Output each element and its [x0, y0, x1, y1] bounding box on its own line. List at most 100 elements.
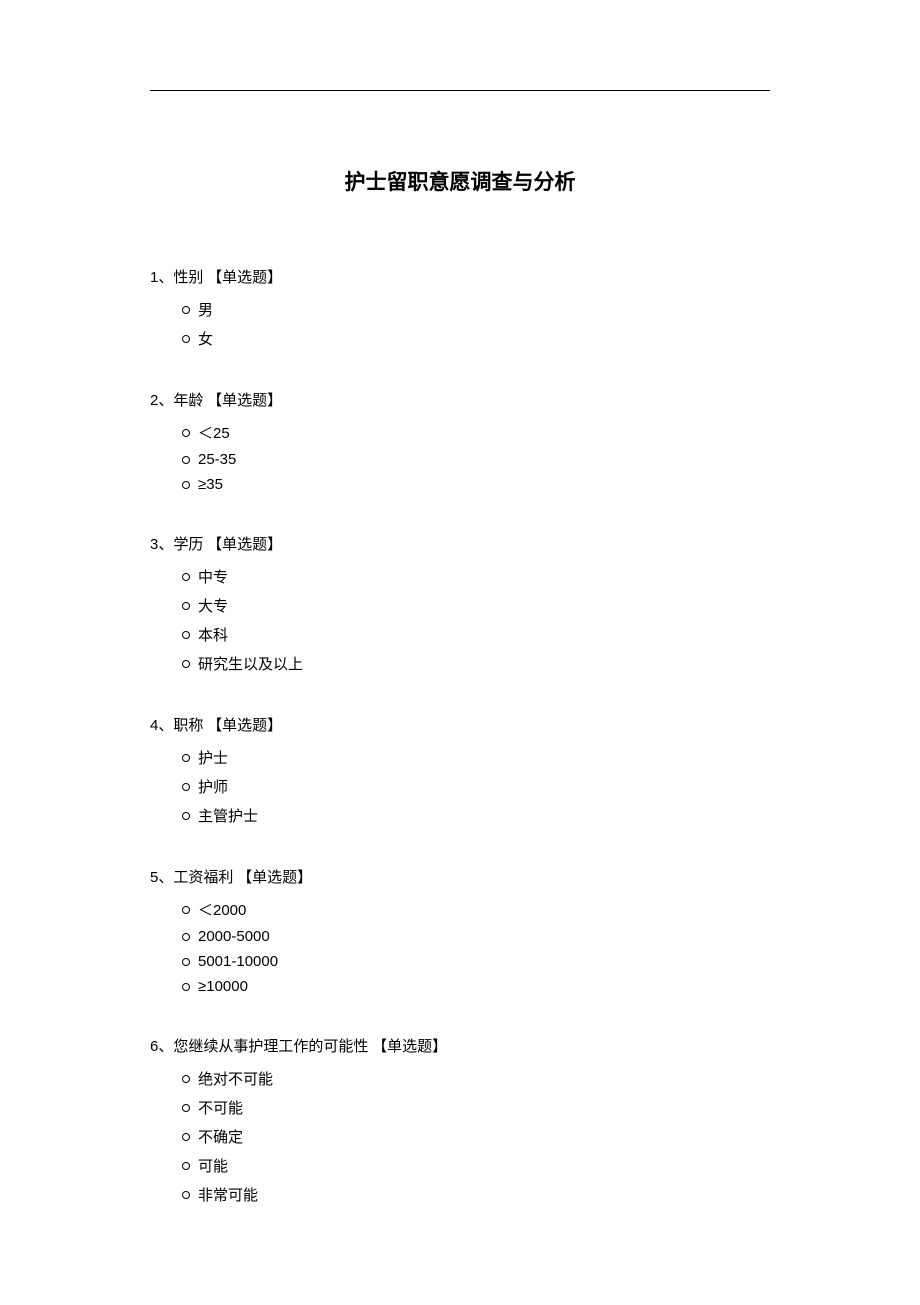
- option-item[interactable]: ≥35: [182, 476, 770, 493]
- radio-icon: [182, 812, 190, 820]
- question-header: 2、年龄 【单选题】: [150, 389, 770, 410]
- option-item[interactable]: 可能: [182, 1155, 770, 1176]
- option-item[interactable]: 不可能: [182, 1097, 770, 1118]
- question-header: 5、工资福利 【单选题】: [150, 866, 770, 887]
- question-block: 3、学历 【单选题】中专大专本科研究生以及以上: [150, 533, 770, 674]
- radio-icon: [182, 906, 190, 914]
- option-text: 本科: [198, 624, 228, 645]
- option-text: 25-35: [198, 451, 236, 468]
- radio-icon: [182, 306, 190, 314]
- radio-icon: [182, 1075, 190, 1083]
- radio-icon: [182, 456, 190, 464]
- option-text: 5001-10000: [198, 953, 278, 970]
- options-list: 中专大专本科研究生以及以上: [150, 566, 770, 674]
- option-item[interactable]: 护士: [182, 747, 770, 768]
- radio-icon: [182, 1104, 190, 1112]
- radio-icon: [182, 429, 190, 437]
- option-item[interactable]: 男: [182, 299, 770, 320]
- option-text: ＜2000: [198, 899, 246, 920]
- radio-icon: [182, 1191, 190, 1199]
- question-header: 6、您继续从事护理工作的可能性 【单选题】: [150, 1035, 770, 1056]
- option-text: 不确定: [198, 1126, 243, 1147]
- question-type-label: 【单选题】: [207, 270, 282, 286]
- top-divider: [150, 90, 770, 91]
- question-block: 5、工资福利 【单选题】 ＜2000 2000-5000 5001-10000 ≥100…: [150, 866, 770, 995]
- option-text: 研究生以及以上: [198, 653, 303, 674]
- question-text: 性别: [173, 270, 207, 286]
- option-text: 中专: [198, 566, 228, 587]
- option-text: 女: [198, 328, 213, 349]
- radio-icon: [182, 602, 190, 610]
- question-block: 2、年龄 【单选题】 ＜25 25-35 ≥35: [150, 389, 770, 493]
- option-item[interactable]: 25-35: [182, 451, 770, 468]
- question-number: 6、: [150, 1038, 173, 1055]
- radio-icon: [182, 573, 190, 581]
- radio-icon: [182, 1162, 190, 1170]
- option-item[interactable]: 不确定: [182, 1126, 770, 1147]
- radio-icon: [182, 481, 190, 489]
- option-item[interactable]: 非常可能: [182, 1184, 770, 1205]
- question-text: 年龄: [173, 393, 207, 409]
- option-item[interactable]: ≥10000: [182, 978, 770, 995]
- question-block: 6、您继续从事护理工作的可能性 【单选题】绝对不可能不可能不确定可能非常可能: [150, 1035, 770, 1205]
- option-item[interactable]: 中专: [182, 566, 770, 587]
- option-item[interactable]: 主管护士: [182, 805, 770, 826]
- question-text: 职称: [173, 718, 207, 734]
- question-header: 1、性别 【单选题】: [150, 266, 770, 287]
- radio-icon: [182, 754, 190, 762]
- option-text: ≥10000: [198, 978, 248, 995]
- option-item[interactable]: 研究生以及以上: [182, 653, 770, 674]
- radio-icon: [182, 631, 190, 639]
- question-text: 学历: [173, 537, 207, 553]
- question-number: 5、: [150, 869, 173, 886]
- option-text: 2000-5000: [198, 928, 270, 945]
- question-type-label: 【单选题】: [207, 537, 282, 553]
- question-text: 工资福利: [173, 870, 237, 886]
- option-text: 男: [198, 299, 213, 320]
- radio-icon: [182, 660, 190, 668]
- question-block: 4、职称 【单选题】护士护师主管护士: [150, 714, 770, 826]
- option-item[interactable]: 5001-10000: [182, 953, 770, 970]
- option-item[interactable]: 2000-5000: [182, 928, 770, 945]
- page-container: 护士留职意愿调查与分析 1、性别 【单选题】男女2、年龄 【单选题】＜2525-…: [0, 0, 920, 1305]
- options-list: 男女: [150, 299, 770, 349]
- option-item[interactable]: ＜2000: [182, 899, 770, 920]
- question-block: 1、性别 【单选题】男女: [150, 266, 770, 349]
- radio-icon: [182, 983, 190, 991]
- option-text: 绝对不可能: [198, 1068, 273, 1089]
- radio-icon: [182, 958, 190, 966]
- option-text: 护士: [198, 747, 228, 768]
- question-header: 4、职称 【单选题】: [150, 714, 770, 735]
- survey-title: 护士留职意愿调查与分析: [150, 166, 770, 196]
- options-list: ＜2000 2000-5000 5001-10000 ≥10000: [150, 899, 770, 995]
- option-text: 主管护士: [198, 805, 258, 826]
- radio-icon: [182, 1133, 190, 1141]
- radio-icon: [182, 783, 190, 791]
- option-text: 护师: [198, 776, 228, 797]
- question-type-label: 【单选题】: [207, 393, 282, 409]
- radio-icon: [182, 335, 190, 343]
- options-list: 绝对不可能不可能不确定可能非常可能: [150, 1068, 770, 1205]
- option-item[interactable]: 护师: [182, 776, 770, 797]
- option-text: 大专: [198, 595, 228, 616]
- option-item[interactable]: 绝对不可能: [182, 1068, 770, 1089]
- option-item[interactable]: 本科: [182, 624, 770, 645]
- option-text: 可能: [198, 1155, 228, 1176]
- options-list: 护士护师主管护士: [150, 747, 770, 826]
- question-type-label: 【单选题】: [207, 718, 282, 734]
- option-item[interactable]: 大专: [182, 595, 770, 616]
- question-type-label: 【单选题】: [237, 870, 312, 886]
- option-item[interactable]: 女: [182, 328, 770, 349]
- question-header: 3、学历 【单选题】: [150, 533, 770, 554]
- question-type-label: 【单选题】: [372, 1039, 447, 1055]
- radio-icon: [182, 933, 190, 941]
- question-number: 1、: [150, 269, 173, 286]
- option-text: 不可能: [198, 1097, 243, 1118]
- question-text: 您继续从事护理工作的可能性: [173, 1039, 372, 1055]
- question-number: 2、: [150, 392, 173, 409]
- option-text: ＜25: [198, 422, 230, 443]
- questions-container: 1、性别 【单选题】男女2、年龄 【单选题】＜2525-35≥353、学历 【单…: [150, 266, 770, 1205]
- option-text: 非常可能: [198, 1184, 258, 1205]
- option-item[interactable]: ＜25: [182, 422, 770, 443]
- option-text: ≥35: [198, 476, 223, 493]
